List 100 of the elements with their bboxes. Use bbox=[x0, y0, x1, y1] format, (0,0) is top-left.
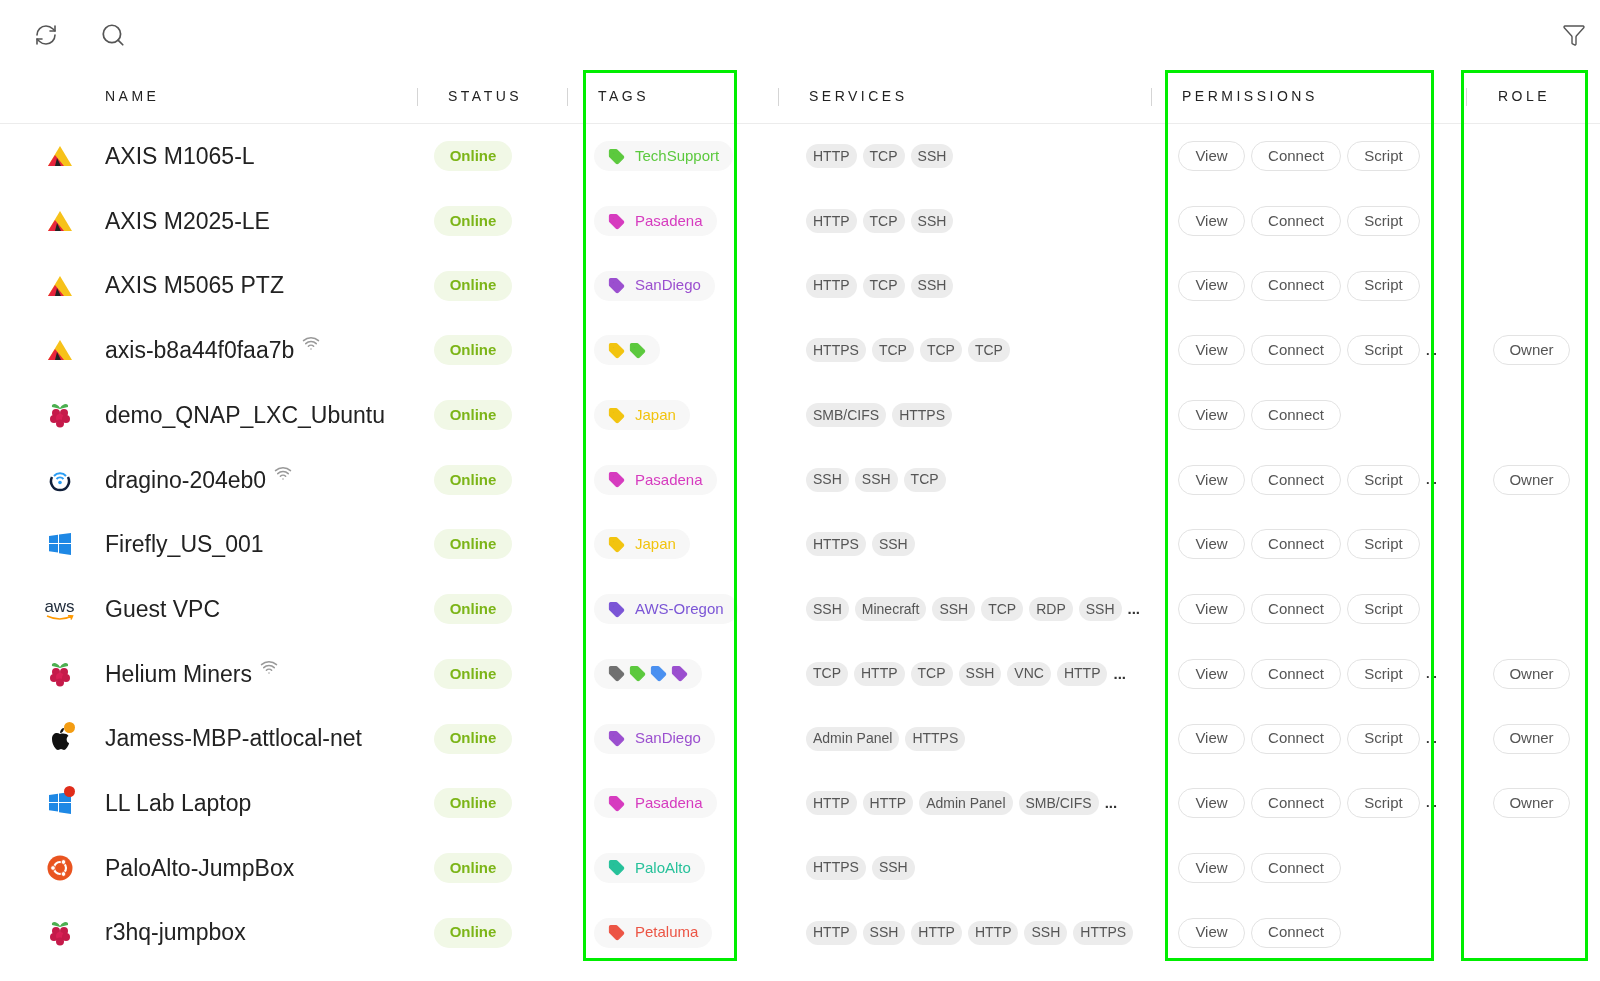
device-name[interactable]: Guest VPC bbox=[105, 591, 221, 627]
permission-chip[interactable]: View bbox=[1178, 594, 1245, 625]
permission-chip[interactable]: Script bbox=[1347, 270, 1420, 301]
service-chip[interactable]: HTTP bbox=[806, 273, 857, 298]
service-chip[interactable]: SSH bbox=[932, 597, 976, 622]
device-name[interactable]: r3hq-jumpbox bbox=[105, 915, 246, 950]
tag-chip[interactable] bbox=[594, 658, 702, 689]
permission-chip[interactable]: Connect bbox=[1251, 917, 1341, 948]
device-name[interactable]: Jamess-MBP-attlocal-net bbox=[105, 721, 362, 756]
service-chip[interactable]: TCP bbox=[862, 144, 905, 169]
permission-chip[interactable]: Connect bbox=[1251, 723, 1341, 754]
permission-chip[interactable]: View bbox=[1178, 400, 1245, 431]
device-name[interactable]: LL Lab Laptop bbox=[105, 785, 252, 821]
permission-chip[interactable]: Connect bbox=[1251, 594, 1341, 625]
service-chip[interactable]: HTTP bbox=[806, 791, 857, 816]
service-chip[interactable]: HTTP bbox=[806, 209, 857, 234]
service-chip[interactable]: TCP bbox=[806, 661, 848, 686]
service-chip[interactable]: SSH bbox=[910, 144, 954, 169]
tag-chip[interactable]: Pasadena bbox=[594, 788, 717, 819]
service-chip[interactable]: SSH bbox=[910, 209, 954, 234]
service-chip[interactable]: SSH bbox=[1024, 920, 1068, 945]
service-chip[interactable]: HTTPS bbox=[806, 855, 866, 880]
service-chip[interactable]: RDP bbox=[1029, 597, 1073, 622]
permission-chip[interactable]: Connect bbox=[1251, 270, 1341, 301]
device-name[interactable]: AXIS M2025-LE bbox=[105, 203, 270, 239]
permission-chip[interactable]: Connect bbox=[1251, 206, 1341, 237]
permission-chip[interactable]: View bbox=[1178, 206, 1245, 237]
permission-chip[interactable]: View bbox=[1178, 464, 1245, 495]
service-chip[interactable]: HTTPS bbox=[1073, 920, 1134, 945]
column-header[interactable]: TAGS bbox=[598, 86, 650, 107]
permission-chip[interactable]: Connect bbox=[1251, 529, 1341, 560]
permission-chip[interactable]: Script bbox=[1347, 788, 1420, 819]
service-chip[interactable]: SSH bbox=[871, 855, 915, 880]
permission-chip[interactable]: View bbox=[1178, 658, 1245, 689]
service-chip[interactable]: SSH bbox=[854, 467, 898, 492]
service-chip[interactable]: HTTP bbox=[806, 920, 857, 945]
permission-chip[interactable]: View bbox=[1178, 852, 1245, 883]
permission-chip[interactable]: View bbox=[1178, 335, 1245, 366]
service-chip[interactable]: HTTP bbox=[911, 920, 962, 945]
permission-chip[interactable]: Connect bbox=[1251, 658, 1341, 689]
permission-chip[interactable]: View bbox=[1178, 788, 1245, 819]
permission-chip[interactable]: View bbox=[1178, 141, 1245, 172]
service-chip[interactable]: HTTP bbox=[806, 144, 857, 169]
tag-chip[interactable]: Pasadena bbox=[594, 464, 717, 495]
service-chip[interactable]: SSH bbox=[862, 920, 906, 945]
service-chip[interactable]: HTTPS bbox=[806, 338, 866, 363]
permission-chip[interactable]: Script bbox=[1347, 723, 1420, 754]
tag-chip[interactable]: Pasadena bbox=[594, 206, 717, 237]
service-chip[interactable]: SSH bbox=[958, 661, 1002, 686]
service-chip[interactable]: SSH bbox=[806, 467, 849, 492]
permission-chip[interactable]: Connect bbox=[1251, 852, 1341, 883]
tag-chip[interactable]: SanDiego bbox=[594, 723, 715, 754]
column-header[interactable]: ROLE bbox=[1498, 86, 1551, 107]
permission-chip[interactable]: Script bbox=[1347, 529, 1420, 560]
permission-chip[interactable]: Connect bbox=[1251, 788, 1341, 819]
permission-chip[interactable]: Script bbox=[1347, 464, 1420, 495]
permission-chip[interactable]: View bbox=[1178, 270, 1245, 301]
service-chip[interactable]: HTTP bbox=[1056, 661, 1108, 686]
service-chip[interactable]: Admin Panel bbox=[806, 726, 900, 751]
permission-chip[interactable]: View bbox=[1178, 723, 1245, 754]
device-name[interactable]: AXIS M1065-L bbox=[105, 139, 255, 174]
service-chip[interactable]: Admin Panel bbox=[919, 791, 1013, 816]
column-header[interactable]: STATUS bbox=[448, 86, 523, 107]
device-name[interactable]: dragino-204eb0 bbox=[105, 462, 267, 498]
permission-chip[interactable]: Script bbox=[1347, 658, 1420, 689]
service-chip[interactable]: SSH bbox=[806, 597, 849, 622]
permission-chip[interactable]: Script bbox=[1347, 141, 1420, 172]
service-chip[interactable]: SSH bbox=[871, 532, 915, 557]
device-name[interactable]: demo_QNAP_LXC_Ubuntu bbox=[105, 397, 385, 433]
service-chip[interactable]: TCP bbox=[862, 273, 905, 298]
service-chip[interactable]: HTTPS bbox=[806, 532, 866, 557]
column-header[interactable]: SERVICES bbox=[809, 86, 908, 107]
permission-chip[interactable]: Script bbox=[1347, 594, 1420, 625]
service-chip[interactable]: TCP bbox=[967, 338, 1010, 363]
permission-chip[interactable]: Connect bbox=[1251, 464, 1341, 495]
permission-chip[interactable]: Connect bbox=[1251, 141, 1341, 172]
service-chip[interactable]: VNC bbox=[1007, 661, 1051, 686]
service-chip[interactable]: TCP bbox=[919, 338, 962, 363]
service-chip[interactable]: TCP bbox=[910, 661, 953, 686]
service-chip[interactable]: HTTP bbox=[854, 661, 905, 686]
permission-chip[interactable]: View bbox=[1178, 917, 1245, 948]
permission-chip[interactable]: Connect bbox=[1251, 400, 1341, 431]
device-name[interactable]: axis-b8a44f0faa7b bbox=[105, 333, 295, 368]
service-chip[interactable]: HTTP bbox=[862, 791, 914, 816]
service-chip[interactable]: TCP bbox=[981, 597, 1024, 622]
service-chip[interactable]: SSH bbox=[1078, 597, 1122, 622]
service-chip[interactable]: TCP bbox=[903, 467, 946, 492]
service-chip[interactable]: Minecraft bbox=[854, 597, 927, 622]
service-chip[interactable]: HTTPS bbox=[905, 726, 966, 751]
service-chip[interactable]: SSH bbox=[910, 273, 954, 298]
device-name[interactable]: AXIS M5065 PTZ bbox=[105, 268, 284, 303]
permission-chip[interactable]: View bbox=[1178, 529, 1245, 560]
device-name[interactable]: PaloAlto-JumpBox bbox=[105, 850, 295, 886]
service-chip[interactable]: TCP bbox=[871, 338, 914, 363]
tag-chip[interactable]: SanDiego bbox=[594, 270, 715, 301]
column-header[interactable]: NAME bbox=[105, 86, 160, 107]
service-chip[interactable]: TCP bbox=[862, 209, 905, 234]
service-chip[interactable]: HTTPS bbox=[892, 403, 952, 428]
service-chip[interactable]: SMB/CIFS bbox=[806, 403, 887, 428]
column-header[interactable]: PERMISSIONS bbox=[1182, 86, 1318, 107]
